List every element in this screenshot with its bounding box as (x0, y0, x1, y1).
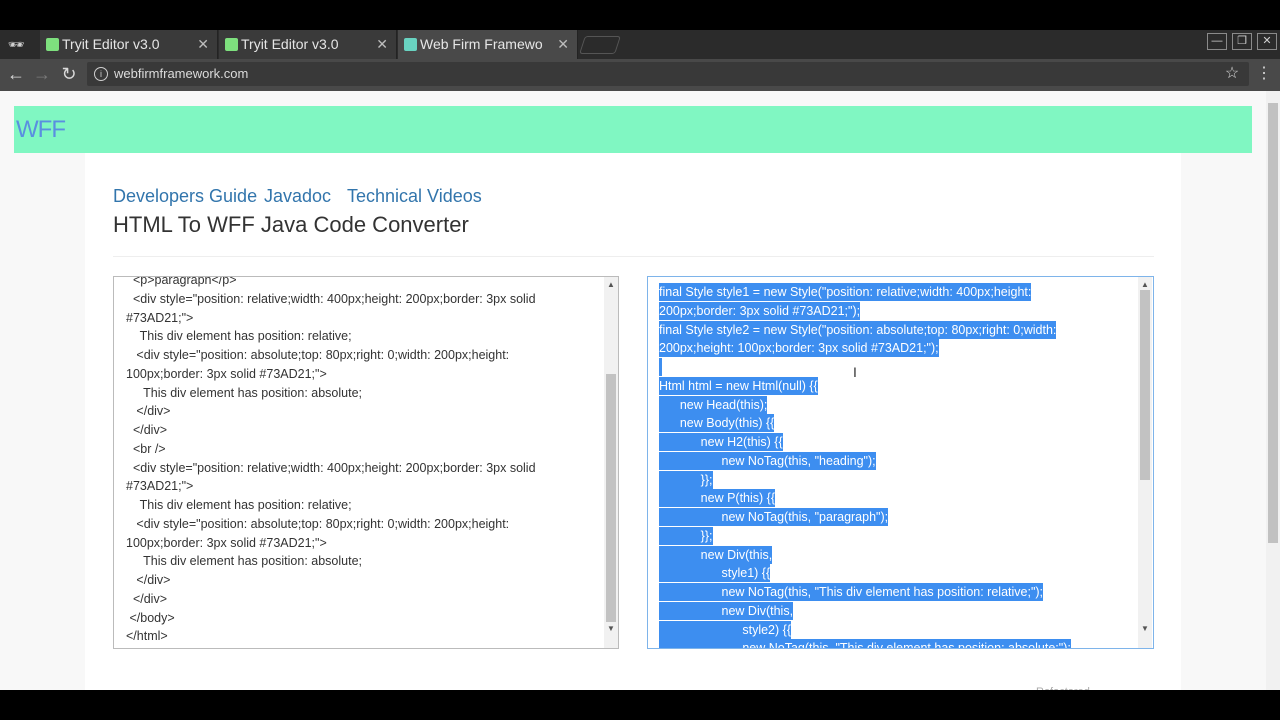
selected-code-line: 200px;border: 3px solid #73AD21;"); (659, 301, 861, 320)
code-line: <div style="position: absolute;top: 80px… (126, 348, 510, 362)
close-icon[interactable]: ✕ (557, 30, 569, 59)
selected-code-line: final Style style1 = new Style("position… (659, 283, 1032, 301)
selected-code-line: new NoTag(this, "This div element has po… (659, 639, 1071, 648)
code-line: <p>paragraph</p> (126, 276, 237, 287)
incognito-icon: 🕶 (7, 37, 25, 52)
code-line: <br /> (126, 441, 166, 456)
selected-code-line: new H2(this) {{ (659, 433, 783, 451)
tab-tryit-1[interactable]: Tryit Editor v3.0 ✕ (40, 30, 218, 59)
selected-code-line: Html html = new Html(null) {{ (659, 376, 818, 395)
code-line: </div> (126, 404, 171, 419)
selected-code-line: }}; (659, 470, 713, 489)
selected-code-line: new NoTag(this, "This div element has po… (659, 583, 1044, 601)
page-scroll-thumb[interactable] (1268, 103, 1278, 543)
close-window-icon[interactable]: ✕ (1257, 33, 1277, 50)
selected-code-line: new Div(this, (659, 601, 794, 620)
address-bar[interactable] (87, 62, 1249, 86)
left-scroll-thumb[interactable] (606, 374, 616, 622)
tab-web-firm-framework[interactable]: Web Firm Framewo ✕ (398, 30, 578, 59)
menu-icon[interactable]: ⋮ (1254, 64, 1274, 84)
reload-icon[interactable]: ↻ (59, 64, 79, 84)
selected-code-line: }}; (659, 526, 713, 545)
selected-code-line: new P(this) {{ (659, 489, 776, 508)
wff-favicon-icon (404, 38, 417, 51)
forward-icon[interactable]: → (32, 64, 52, 84)
selected-code-line: new NoTag(this, "heading"); (659, 451, 876, 470)
code-line: <div style="position: absolute;top: 80px… (126, 516, 510, 531)
selected-code-line: new Body(this) {{ (659, 414, 775, 433)
tryit-favicon-icon (225, 38, 238, 51)
top-black-strip (0, 0, 1280, 30)
scroll-down-icon[interactable]: ▼ (604, 624, 618, 634)
divider (113, 256, 1154, 257)
page-title: HTML To WFF Java Code Converter (113, 212, 469, 237)
code-line: </body> (126, 610, 175, 625)
url-text[interactable]: webfirmframework.com (114, 62, 248, 86)
tryit-favicon-icon (46, 38, 59, 51)
code-line: #73AD21;"> (126, 310, 194, 325)
code-line: This div element has position: absolute; (126, 385, 363, 400)
bookmark-star-icon[interactable]: ☆ (1222, 64, 1242, 84)
text-cursor-icon: I (853, 364, 857, 380)
code-line: 100px;border: 3px solid #73AD21;"> (126, 366, 327, 381)
brand-header (14, 106, 1252, 153)
nav-link-javadoc[interactable]: Javadoc (264, 184, 331, 208)
tab-title: Tryit Editor v3.0 (62, 36, 160, 52)
tab-tryit-2[interactable]: Tryit Editor v3.0 ✕ (219, 30, 397, 59)
code-line: This div element has position: relative; (126, 329, 352, 344)
code-line: This div element has position: absolute; (126, 554, 363, 569)
selected-code-line (659, 358, 663, 376)
selected-code-line: style2) {{ (659, 620, 791, 639)
scroll-up-icon[interactable]: ▲ (1138, 280, 1152, 290)
code-line: 100px;border: 3px solid #73AD21;"> (126, 535, 327, 550)
scroll-up-icon[interactable]: ▲ (604, 280, 618, 290)
nav-link-developers-guide[interactable]: Developers Guide (113, 184, 257, 208)
nav-link-technical-videos[interactable]: Technical Videos (347, 184, 482, 208)
html-input-textarea[interactable]: <p>paragraph</p> <div style="position: r… (113, 276, 619, 649)
restore-icon[interactable]: ❐ (1232, 33, 1252, 50)
code-line: <div style="position: relative;width: 40… (126, 460, 536, 475)
code-line: </div> (126, 573, 171, 587)
site-logo[interactable]: WFF (16, 106, 66, 153)
close-icon[interactable]: ✕ (376, 30, 388, 59)
code-line: This div element has position: relative; (126, 498, 352, 512)
selected-code-line: 200px;height: 100px;border: 3px solid #7… (659, 339, 939, 358)
tab-title: Web Firm Framewo (420, 36, 543, 52)
bottom-black-strip (0, 690, 1280, 720)
info-icon[interactable]: i (94, 67, 108, 81)
new-tab-button[interactable] (579, 36, 621, 54)
code-line: </div> (126, 591, 167, 606)
tab-title: Tryit Editor v3.0 (241, 36, 339, 52)
code-line: </div> (126, 423, 167, 437)
code-line: <div style="position: relative;width: 40… (126, 291, 536, 306)
code-line: </html> (126, 629, 168, 644)
back-icon[interactable]: ← (6, 64, 26, 84)
code-line: #73AD21;"> (126, 479, 194, 494)
minimize-icon[interactable]: — (1207, 33, 1227, 50)
close-icon[interactable]: ✕ (197, 30, 209, 59)
selected-code-line: new Head(this); (659, 395, 768, 414)
scroll-down-icon[interactable]: ▼ (1138, 624, 1152, 634)
selected-code-line: final Style style2 = new Style("position… (659, 320, 1057, 339)
selected-code-line: new Div(this, (659, 545, 773, 564)
right-scroll-thumb[interactable] (1140, 290, 1150, 480)
selected-code-line: style1) {{ (659, 564, 771, 583)
java-output-textarea[interactable]: final Style style1 = new Style("position… (647, 276, 1154, 649)
selected-code-line: new NoTag(this, "paragraph"); (659, 508, 889, 526)
